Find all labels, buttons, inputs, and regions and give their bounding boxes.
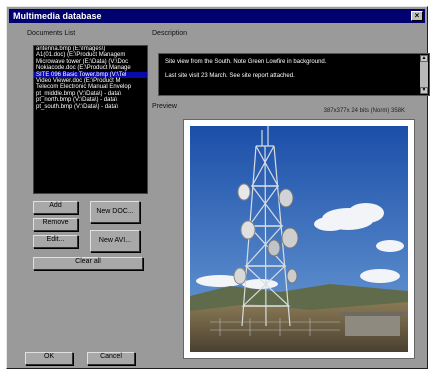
scroll-up-icon[interactable]: ▲ xyxy=(420,55,428,62)
multimedia-database-window: Multimedia database × Documents List Des… xyxy=(6,6,430,369)
edit-button[interactable]: Edit... xyxy=(33,235,78,248)
list-item[interactable]: pt_south.bmp (V:\Data\) - data\ xyxy=(34,104,147,110)
cancel-button[interactable]: Cancel xyxy=(87,352,135,365)
description-line-1: Site view from the South. Note Green Low… xyxy=(165,59,327,65)
new-avi-button[interactable]: New AVI... xyxy=(90,230,140,252)
window-title: Multimedia database xyxy=(13,11,102,21)
close-icon: × xyxy=(414,11,420,20)
list-item[interactable]: Nokiacode.doc (E:\Product Manage xyxy=(34,65,147,71)
title-bar[interactable]: Multimedia database × xyxy=(9,9,425,23)
documents-listbox[interactable]: antenna.bmp (E:\Images\) A1(01.doc) (E:\P… xyxy=(33,45,148,194)
preview-frame xyxy=(183,119,415,359)
new-doc-button[interactable]: New DOC... xyxy=(90,201,140,223)
remove-button[interactable]: Remove xyxy=(33,218,78,231)
description-label: Description xyxy=(152,30,188,37)
image-info: 387x377x 24 bits (Norm) 358K xyxy=(323,108,405,114)
description-line-2: Last site visit 23 March. See site repor… xyxy=(165,73,295,79)
scroll-down-icon[interactable]: ▼ xyxy=(420,87,428,94)
clear-all-button[interactable]: Clear all xyxy=(33,257,143,270)
ok-button[interactable]: OK xyxy=(25,352,73,365)
add-button[interactable]: Add xyxy=(33,201,78,214)
tower-photo xyxy=(190,126,408,352)
documents-list-label: Documents List xyxy=(27,30,76,37)
description-scrollbar[interactable]: ▲ ▼ xyxy=(420,55,428,94)
list-item[interactable]: Telecom Electronic Manual Envelop xyxy=(34,84,147,90)
description-box[interactable]: Site view from the South. Note Green Low… xyxy=(158,53,430,96)
preview-label: Preview xyxy=(152,103,177,110)
close-button[interactable]: × xyxy=(411,11,423,21)
